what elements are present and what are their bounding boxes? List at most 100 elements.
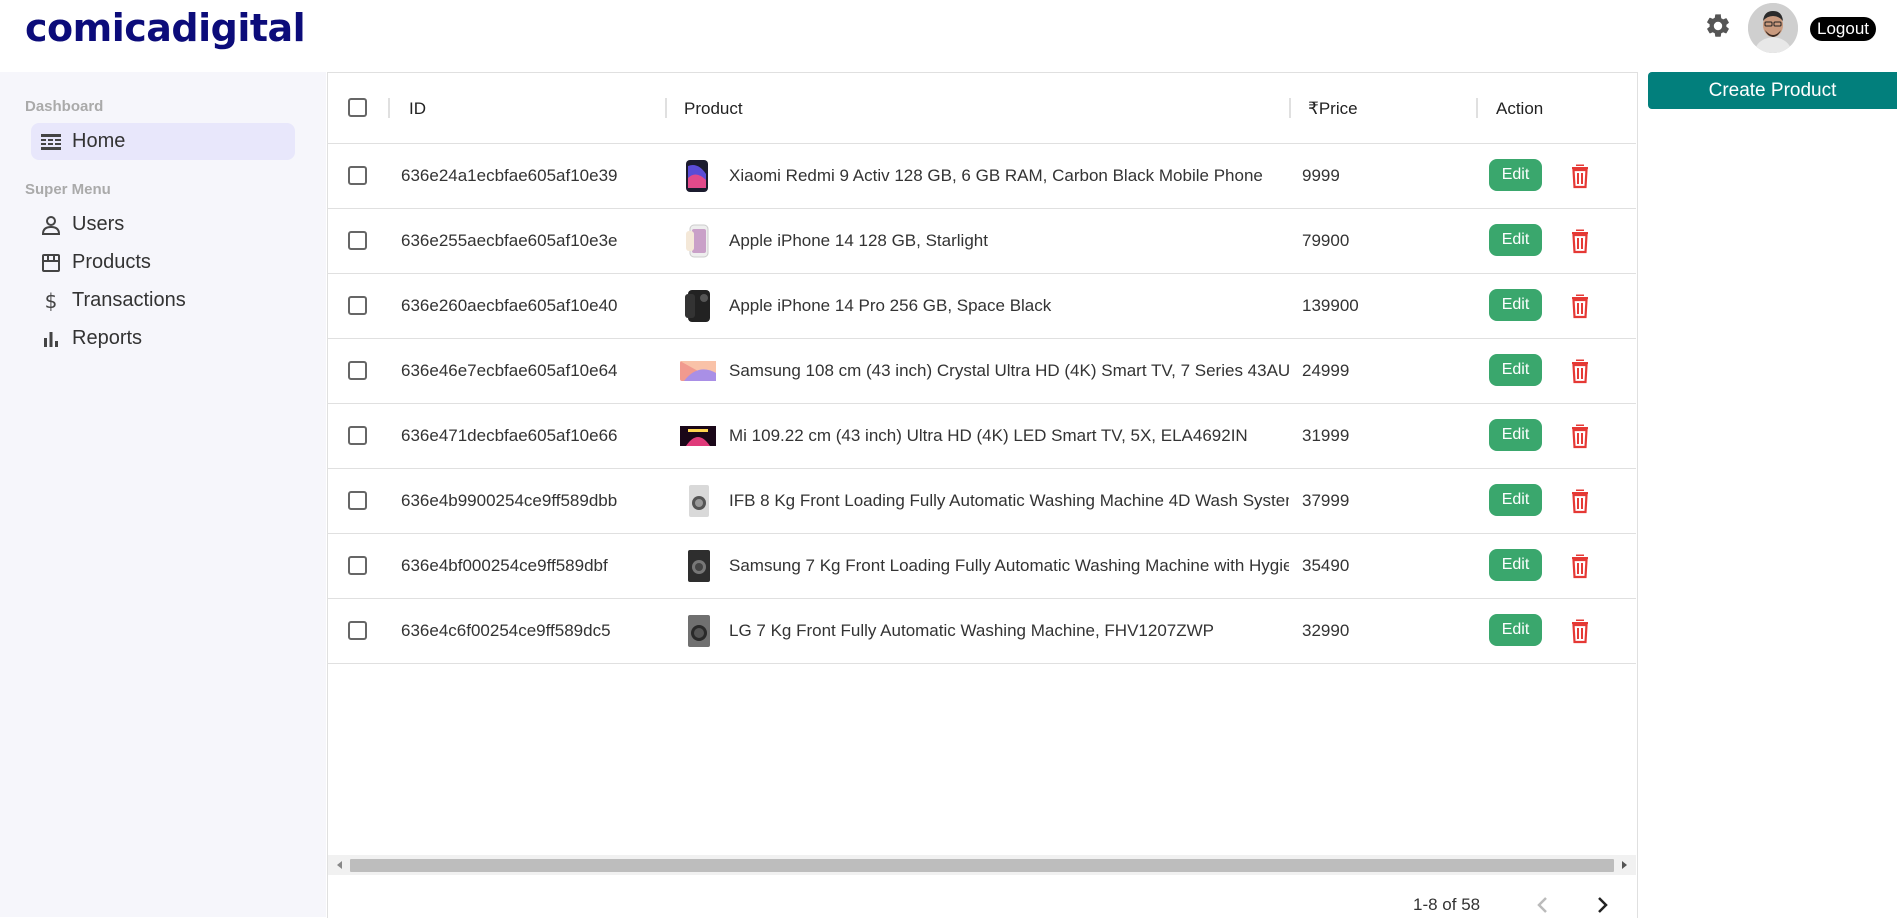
cell-id: 636e4bf000254ce9ff589dbf — [401, 556, 608, 575]
dollar-icon: $ — [44, 288, 58, 313]
scroll-right-icon[interactable] — [1618, 859, 1630, 871]
product-thumbnail — [680, 548, 716, 584]
column-header-id[interactable]: ID — [409, 99, 426, 119]
column-separator[interactable] — [1476, 98, 1478, 118]
sidebar-item-transactions[interactable]: $ Transactions — [31, 282, 295, 319]
row-checkbox[interactable] — [348, 556, 367, 575]
scroll-left-icon[interactable] — [334, 859, 346, 871]
create-product-button[interactable]: Create Product — [1648, 72, 1897, 109]
delete-icon[interactable] — [1568, 423, 1592, 449]
next-page-icon[interactable] — [1590, 893, 1614, 917]
cell-price: 37999 — [1302, 491, 1350, 510]
edit-button[interactable]: Edit — [1489, 549, 1542, 581]
column-separator[interactable] — [665, 98, 667, 118]
sidebar-item-label: Transactions — [72, 289, 186, 311]
table-row[interactable]: 636e255aecbfae605af10e3e Apple iPhone 14 … — [328, 209, 1636, 274]
home-icon — [40, 131, 62, 153]
sidebar-item-reports[interactable]: Reports — [31, 320, 295, 357]
table-header: ID Product ₹Price Action — [328, 73, 1636, 144]
row-checkbox[interactable] — [348, 621, 367, 640]
product-thumbnail — [680, 223, 716, 259]
edit-button[interactable]: Edit — [1489, 224, 1542, 256]
delete-icon[interactable] — [1568, 228, 1592, 254]
cell-product: Mi 109.22 cm (43 inch) Ultra HD (4K) LED… — [729, 426, 1248, 445]
sidebar-item-label: Home — [72, 130, 126, 152]
scrollbar-thumb[interactable] — [350, 859, 1614, 872]
product-thumbnail — [680, 288, 716, 324]
delete-icon[interactable] — [1568, 618, 1592, 644]
column-header-product[interactable]: Product — [684, 99, 743, 119]
cell-id: 636e4b9900254ce9ff589dbb — [401, 491, 618, 510]
section-dashboard: Dashboard — [25, 98, 104, 115]
column-separator[interactable] — [388, 98, 390, 118]
row-checkbox[interactable] — [348, 166, 367, 185]
section-super-menu: Super Menu — [25, 181, 111, 198]
row-checkbox[interactable] — [348, 231, 367, 250]
sidebar-item-label: Users — [72, 213, 125, 235]
column-header-price[interactable]: ₹Price — [1308, 99, 1358, 119]
cell-price: 32990 — [1302, 621, 1350, 640]
table-row[interactable]: 636e4bf000254ce9ff589dbf Samsung 7 Kg Fro… — [328, 534, 1636, 599]
cell-price: 35490 — [1302, 556, 1350, 575]
pagination-info: 1-8 of 58 — [1413, 895, 1481, 914]
product-thumbnail — [680, 353, 716, 389]
person-icon — [40, 214, 62, 236]
products-table: ID Product ₹Price Action 636e24a1ecbfae6… — [327, 72, 1638, 918]
row-checkbox[interactable] — [348, 361, 367, 380]
cell-product: LG 7 Kg Front Fully Automatic Washing Ma… — [729, 621, 1215, 640]
cell-product: Apple iPhone 14 Pro 256 GB, Space Black — [729, 296, 1052, 315]
edit-button[interactable]: Edit — [1489, 159, 1542, 191]
sidebar: Dashboard Home Super Menu Users Products… — [0, 72, 326, 917]
cell-price: 9999 — [1302, 166, 1340, 185]
edit-button[interactable]: Edit — [1489, 419, 1542, 451]
sidebar-item-users[interactable]: Users — [31, 206, 295, 243]
edit-button[interactable]: Edit — [1489, 484, 1542, 516]
sidebar-item-label: Reports — [72, 327, 143, 349]
table-row[interactable]: 636e46e7ecbfae605af10e64 Samsung 108 cm (… — [328, 339, 1636, 404]
cell-product: Samsung 108 cm (43 inch) Crystal Ultra H… — [729, 361, 1289, 380]
horizontal-scrollbar[interactable] — [328, 855, 1636, 875]
column-separator[interactable] — [1289, 98, 1291, 118]
product-thumbnail — [680, 158, 716, 194]
sidebar-item-home[interactable]: Home — [31, 123, 295, 160]
cell-id: 636e471decbfae605af10e66 — [401, 426, 618, 445]
cell-id: 636e4c6f00254ce9ff589dc5 — [401, 621, 611, 640]
delete-icon[interactable] — [1568, 553, 1592, 579]
table-row[interactable]: 636e4c6f00254ce9ff589dc5 LG 7 Kg Front Fu… — [328, 599, 1636, 664]
table-row[interactable]: 636e260aecbfae605af10e40 Apple iPhone 14 … — [328, 274, 1636, 339]
edit-button[interactable]: Edit — [1489, 289, 1542, 321]
cell-id: 636e255aecbfae605af10e3e — [401, 231, 618, 250]
cell-price: 79900 — [1302, 231, 1350, 250]
delete-icon[interactable] — [1568, 293, 1592, 319]
prev-page-icon[interactable] — [1531, 893, 1555, 917]
avatar-image — [1748, 3, 1798, 53]
cell-price: 24999 — [1302, 361, 1350, 380]
cell-product: Xiaomi Redmi 9 Activ 128 GB, 6 GB RAM, C… — [729, 166, 1263, 185]
sidebar-item-products[interactable]: Products — [31, 244, 295, 281]
column-header-action[interactable]: Action — [1496, 99, 1543, 119]
logout-button[interactable]: Logout — [1810, 17, 1876, 41]
row-checkbox[interactable] — [348, 491, 367, 510]
delete-icon[interactable] — [1568, 488, 1592, 514]
cell-id: 636e46e7ecbfae605af10e64 — [401, 361, 618, 380]
delete-icon[interactable] — [1568, 358, 1592, 384]
cell-price: 31999 — [1302, 426, 1350, 445]
row-checkbox[interactable] — [348, 426, 367, 445]
brand-logo[interactable]: comicadigital — [25, 6, 306, 50]
cell-product: IFB 8 Kg Front Loading Fully Automatic W… — [729, 491, 1289, 510]
table-row[interactable]: 636e24a1ecbfae605af10e39 Xiaomi Redmi 9 A… — [328, 144, 1636, 209]
user-avatar[interactable] — [1748, 3, 1798, 53]
row-checkbox[interactable] — [348, 296, 367, 315]
select-all-checkbox[interactable] — [348, 98, 367, 117]
edit-button[interactable]: Edit — [1489, 614, 1542, 646]
gear-icon[interactable] — [1704, 12, 1732, 40]
edit-button[interactable]: Edit — [1489, 354, 1542, 386]
sidebar-item-label: Products — [72, 251, 151, 273]
table-row[interactable]: 636e471decbfae605af10e66 Mi 109.22 cm (43… — [328, 404, 1636, 469]
cell-id: 636e24a1ecbfae605af10e39 — [401, 166, 618, 185]
delete-icon[interactable] — [1568, 163, 1592, 189]
product-thumbnail — [680, 418, 716, 454]
cell-id: 636e260aecbfae605af10e40 — [401, 296, 618, 315]
table-row[interactable]: 636e4b9900254ce9ff589dbb IFB 8 Kg Front L… — [328, 469, 1636, 534]
cell-product: Apple iPhone 14 128 GB, Starlight — [729, 231, 988, 250]
